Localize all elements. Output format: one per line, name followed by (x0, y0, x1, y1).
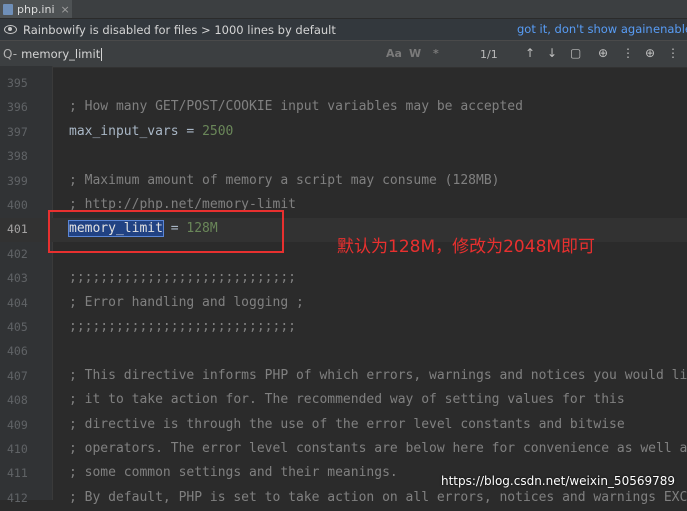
line-number: 405 (7, 320, 28, 334)
more-options-button[interactable]: ⋮ (667, 46, 679, 60)
find-bar: Q- memory_limit Aa W * 1/1 ↑ ↓ ▢ ⊕ ⋮ ⊕ ⋮ (0, 40, 687, 68)
directive-key: max_input_vars = (69, 123, 203, 139)
code-text: ; directive is through the use of the er… (69, 417, 625, 432)
comment-text: ; some common settings and their meaning… (69, 465, 398, 481)
line-number: 395 (7, 76, 28, 90)
file-icon (3, 3, 13, 15)
comment-text: ; directive is through the use of the er… (69, 416, 625, 432)
code-text: ; By default, PHP is set to take action … (69, 490, 687, 505)
enable-link[interactable]: enable (653, 22, 687, 36)
code-line[interactable]: 409 ; directive is through the use of the… (0, 414, 687, 438)
code-text: ; This directive informs PHP of which er… (69, 368, 687, 383)
text-caret (101, 47, 103, 61)
line-number: 402 (7, 246, 28, 261)
search-icon[interactable]: Q- (3, 47, 17, 61)
comment-text: ; This directive informs PHP of which er… (69, 367, 687, 383)
banner-message: Rainbowify is disabled for files > 1000 … (23, 22, 336, 37)
annotation-highlight-box (48, 210, 284, 253)
regex-toggle[interactable]: * (433, 47, 439, 60)
code-line[interactable]: 410 ; operators. The error level constant… (0, 438, 687, 462)
code-line[interactable]: 407 ; This directive informs PHP of which… (0, 365, 687, 389)
code-line[interactable]: 408 ; it to take action for. The recommen… (0, 389, 687, 413)
line-number: 408 (7, 393, 28, 408)
comment-text: ; By default, PHP is set to take action … (69, 489, 687, 505)
code-line[interactable]: 397 max_input_vars = 2500 (0, 121, 687, 145)
dismiss-link[interactable]: got it, don't show again (517, 22, 653, 36)
line-number: 400 (7, 198, 28, 212)
search-input[interactable]: Q- memory_limit (0, 41, 360, 67)
tab-php-ini[interactable]: php.ini × (0, 0, 72, 18)
notification-banner: Rainbowify is disabled for files > 1000 … (0, 19, 687, 40)
line-number: 409 (7, 417, 28, 432)
code-text: ; Error handling and logging ; (69, 295, 304, 310)
code-line[interactable]: 403;;;;;;;;;;;;;;;;;;;;;;;;;;;;; (0, 267, 687, 291)
select-all-button[interactable]: ▢ (570, 46, 581, 60)
close-icon[interactable]: × (61, 3, 70, 16)
line-number: 399 (7, 173, 28, 188)
line-number: 411 (7, 466, 28, 481)
comment-text: ;;;;;;;;;;;;;;;;;;;;;;;;;;;;; (69, 319, 296, 334)
line-number: 404 (7, 295, 28, 310)
line-number: 403 (7, 271, 28, 286)
filter-button[interactable]: ⋮ (622, 46, 634, 60)
code-text: ; some common settings and their meaning… (69, 465, 398, 480)
match-case-toggle[interactable]: Aa (386, 47, 402, 60)
next-match-button[interactable]: ↓ (547, 46, 557, 60)
code-line[interactable]: 404 ; Error handling and logging ; (0, 292, 687, 316)
search-input-value: memory_limit (21, 47, 101, 61)
line-number: 398 (7, 149, 28, 164)
code-line[interactable]: 395 (0, 72, 687, 96)
code-text: ; Maximum amount of memory a script may … (69, 173, 499, 188)
annotation-text: 默认为128M，修改为2048M即可 (337, 237, 596, 257)
line-number: 412 (7, 490, 28, 505)
watermark: https://blog.csdn.net/weixin_50569789 (441, 474, 676, 488)
code-text: ; it to take action for. The recommended… (69, 392, 625, 407)
code-text: ;;;;;;;;;;;;;;;;;;;;;;;;;;;;; (69, 319, 296, 334)
comment-text: ; it to take action for. The recommended… (69, 392, 625, 408)
code-line[interactable]: 412 ; By default, PHP is set to take acti… (0, 487, 687, 511)
match-count: 1/1 (480, 48, 498, 61)
code-line[interactable]: 398 (0, 145, 687, 169)
editor-tab-bar: php.ini × (0, 0, 687, 19)
code-line[interactable]: 396 ; How many GET/POST/COOKIE input vari… (0, 96, 687, 120)
whole-word-toggle[interactable]: W (409, 47, 421, 60)
line-number: 407 (7, 368, 28, 383)
directive-value: 2500 (202, 123, 234, 139)
code-line[interactable]: 405;;;;;;;;;;;;;;;;;;;;;;;;;;;;; (0, 316, 687, 340)
line-number: 410 (7, 442, 28, 456)
line-number: 406 (7, 344, 28, 359)
comment-text: ;;;;;;;;;;;;;;;;;;;;;;;;;;;;; (69, 270, 296, 286)
code-text: ;;;;;;;;;;;;;;;;;;;;;;;;;;;;; (69, 270, 296, 285)
code-text: max_input_vars = 2500 (69, 124, 233, 139)
code-text: ; operators. The error level constants a… (69, 441, 687, 456)
tab-label: php.ini (17, 2, 55, 16)
code-text: ; How many GET/POST/COOKIE input variabl… (69, 99, 523, 114)
eye-icon (4, 25, 17, 34)
comment-text: ; Error handling and logging ; (69, 294, 304, 310)
line-number: 396 (7, 100, 28, 115)
filter-options-button[interactable]: ⊕ (645, 46, 655, 60)
prev-match-button[interactable]: ↑ (525, 46, 535, 60)
comment-text: ; How many GET/POST/COOKIE input variabl… (69, 99, 523, 115)
comment-text: ; Maximum amount of memory a script may … (69, 172, 500, 188)
line-number: 397 (7, 124, 28, 139)
code-line[interactable]: 406 (0, 340, 687, 364)
code-line[interactable]: 399 ; Maximum amount of memory a script m… (0, 170, 687, 194)
comment-text: ; operators. The error level constants a… (69, 441, 687, 456)
add-occurrence-button[interactable]: ⊕ (598, 46, 608, 60)
line-number: 401 (7, 222, 28, 237)
